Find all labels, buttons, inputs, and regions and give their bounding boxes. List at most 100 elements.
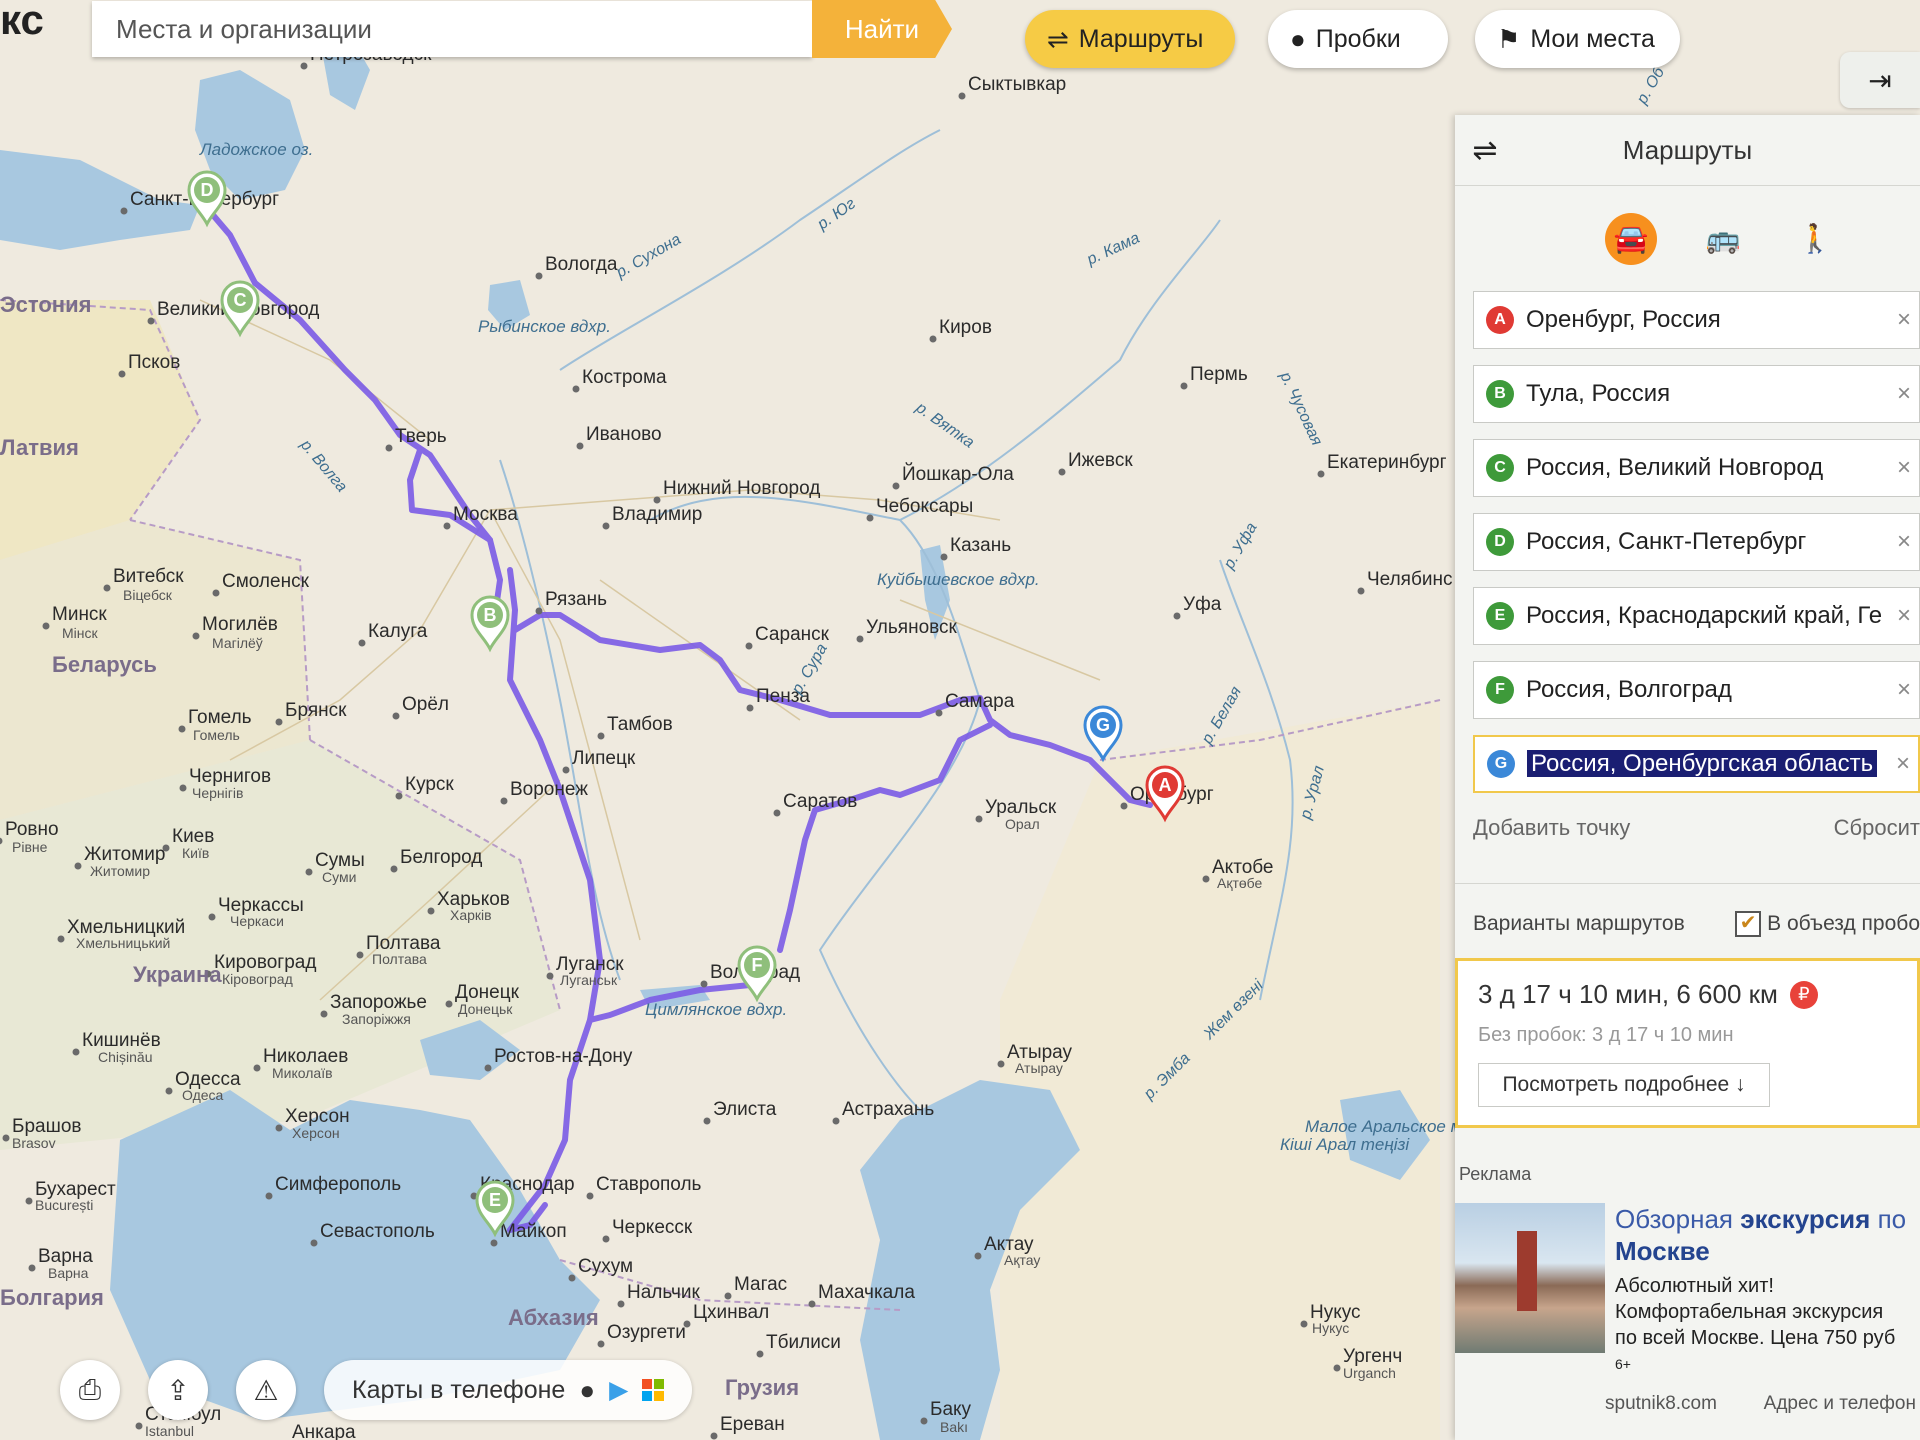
route-point-f[interactable]: F Россия, Волгоград × <box>1473 661 1920 719</box>
bookmark-icon: ⚑ <box>1497 23 1521 54</box>
traffic-label: Пробки <box>1315 24 1401 53</box>
routes-button[interactable]: ⇌ Маршруты <box>1025 10 1235 68</box>
city-sublabel: Черкаси <box>230 913 284 929</box>
remove-point-icon[interactable]: × <box>1889 454 1919 482</box>
city-sublabel: Віцебск <box>123 587 173 603</box>
city-label: Курск <box>405 774 454 795</box>
city-label: Уральск <box>985 797 1057 818</box>
logo: кс <box>0 0 44 43</box>
city-dot <box>427 907 435 915</box>
city-label: Николаев <box>263 1046 348 1067</box>
city-dot <box>997 1060 1005 1068</box>
route-point-c[interactable]: C Россия, Великий Новгород × <box>1473 439 1920 497</box>
ad-site[interactable]: sputnik8.com <box>1605 1393 1717 1415</box>
reset-link[interactable]: Сбросит <box>1834 815 1920 861</box>
pin-letter: A <box>1159 775 1172 795</box>
checkmark-icon: ✔ <box>1735 911 1762 937</box>
route-point-g[interactable]: G Россия, Оренбургская область × <box>1473 735 1920 793</box>
remove-point-icon[interactable]: × <box>1888 750 1918 778</box>
city-dot <box>958 92 966 100</box>
remove-point-icon[interactable]: × <box>1889 602 1919 630</box>
pin-letter: E <box>489 1190 501 1210</box>
point-badge: F <box>1486 676 1514 704</box>
city-dot <box>586 1192 594 1200</box>
water-label: Цимлянское вдхр. <box>645 1000 787 1019</box>
city-label: Симферополь <box>275 1174 401 1195</box>
remove-point-icon[interactable]: × <box>1889 528 1919 556</box>
city-label: Севастополь <box>320 1221 435 1242</box>
city-dot <box>920 1417 928 1425</box>
report-button[interactable]: ⚠ <box>236 1360 296 1420</box>
city-sublabel: Chișinău <box>98 1049 152 1065</box>
details-button[interactable]: Посмотреть подробнее ↓ <box>1478 1063 1770 1107</box>
city-dot <box>300 62 308 70</box>
pin-letter: F <box>752 955 763 975</box>
point-input[interactable]: Россия, Оренбургская область <box>1527 750 1888 778</box>
city-label: Нижний Новгород <box>663 478 820 499</box>
city-dot <box>385 444 393 452</box>
city-dot <box>535 272 543 280</box>
share-button[interactable]: ⇪ <box>148 1360 208 1420</box>
city-dot <box>120 207 128 215</box>
route-point-e[interactable]: E Россия, Краснодарский край, Ге × <box>1473 587 1920 645</box>
city-dot <box>265 1192 273 1200</box>
point-input[interactable]: Россия, Краснодарский край, Ге <box>1526 602 1889 630</box>
city-dot <box>1317 470 1325 478</box>
city-dot <box>929 335 937 343</box>
remove-point-icon[interactable]: × <box>1889 306 1919 334</box>
print-button[interactable]: ⎙ <box>60 1360 120 1420</box>
find-button[interactable]: Найти <box>812 0 952 58</box>
my-places-button[interactable]: ⚑ Мои места <box>1475 10 1680 68</box>
city-sublabel: Кіровоград <box>222 971 293 987</box>
point-input[interactable]: Россия, Великий Новгород <box>1526 454 1889 482</box>
city-sublabel: Ақтау <box>1004 1252 1040 1268</box>
city-dot <box>572 385 580 393</box>
route-point-d[interactable]: D Россия, Санкт-Петербург × <box>1473 513 1920 571</box>
pin-letter: G <box>1096 715 1110 735</box>
city-label: Кострома <box>582 367 667 388</box>
city-label: Смоленск <box>222 571 310 592</box>
city-label: Орёл <box>402 694 449 715</box>
city-label: Кировоград <box>214 952 316 973</box>
ad-block[interactable]: Обзорная экскурсия по Москве Абсолютный х… <box>1455 1203 1920 1377</box>
add-point-link[interactable]: Добавить точку <box>1473 815 1630 861</box>
city-label: Владимир <box>612 504 702 525</box>
search-input[interactable]: Места и организации <box>92 1 812 57</box>
mobile-apps-bar[interactable]: Карты в телефоне ● ▶ <box>324 1360 693 1420</box>
point-input[interactable]: Россия, Санкт-Петербург <box>1526 528 1889 556</box>
remove-point-icon[interactable]: × <box>1889 676 1919 704</box>
city-label: Уфа <box>1183 594 1222 615</box>
remove-point-icon[interactable]: × <box>1889 380 1919 408</box>
city-label: Ставрополь <box>596 1174 702 1195</box>
login-button[interactable]: ⇥ <box>1840 52 1920 108</box>
city-label: Могилёв <box>202 614 278 635</box>
bus-mode-button[interactable]: 🚌 <box>1697 213 1749 265</box>
route-point-a[interactable]: A Оренбург, Россия × <box>1473 291 1920 349</box>
route-point-b[interactable]: B Тула, Россия × <box>1473 365 1920 423</box>
city-label: Гомель <box>188 707 252 728</box>
avoid-jams-checkbox[interactable]: ✔ В объезд пробо <box>1735 911 1920 937</box>
route-result-card[interactable]: 3 д 17 ч 10 мин, 6 600 км ₽ Без пробок: … <box>1455 958 1920 1128</box>
share-icon: ⇪ <box>166 1374 190 1406</box>
city-dot <box>653 496 661 504</box>
ad-contacts[interactable]: Адрес и телефон <box>1764 1393 1916 1415</box>
city-dot <box>395 792 403 800</box>
point-input[interactable]: Оренбург, Россия <box>1526 306 1889 334</box>
point-input[interactable]: Тула, Россия <box>1526 380 1889 408</box>
city-label: Ереван <box>720 1414 785 1435</box>
city-sublabel: Istanbul <box>145 1423 194 1439</box>
city-sublabel: Полтава <box>372 951 427 967</box>
city-dot <box>597 732 605 740</box>
avoid-jams-label: В объезд пробо <box>1767 912 1920 935</box>
point-badge: A <box>1486 306 1514 334</box>
walk-mode-button[interactable]: 🚶 <box>1789 213 1841 265</box>
water-label: Рыбинское вдхр. <box>478 317 611 336</box>
city-dot <box>866 514 874 522</box>
city-dot <box>1333 1364 1341 1372</box>
car-mode-button[interactable]: 🚘 <box>1605 212 1657 265</box>
city-label: Тамбов <box>607 714 673 735</box>
ad-title[interactable]: Обзорная экскурсия по Москве <box>1615 1203 1906 1267</box>
mobile-apps-label: Карты в телефоне <box>352 1375 566 1404</box>
traffic-button[interactable]: ● Пробки <box>1268 10 1448 68</box>
point-input[interactable]: Россия, Волгоград <box>1526 676 1889 704</box>
